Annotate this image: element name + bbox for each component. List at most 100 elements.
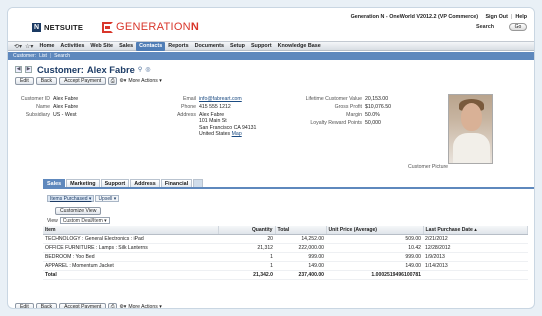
loyalty-points-value: 50,000 (365, 120, 381, 126)
tab-marketing[interactable]: Marketing (66, 179, 100, 187)
back-button[interactable]: Back (35, 77, 58, 85)
netsuite-logo[interactable]: N NETSUITE (32, 23, 83, 32)
netsuite-mark-icon: N (32, 23, 41, 32)
subnav-search[interactable]: Search (54, 53, 70, 59)
customer-id-field: Customer ID Alex Fabre (20, 96, 79, 102)
nav-reports[interactable]: Reports (165, 42, 191, 51)
subsidiary-field: Subsidiary US - West (25, 112, 77, 118)
search-icon[interactable]: ⚲ (138, 66, 142, 73)
brand-logo-text: GENERATIONN (116, 21, 200, 33)
view-selector: View Custom Deal/Item ▾ (47, 217, 110, 224)
loyalty-points-field: Loyalty Reward Points 50,000 (310, 120, 381, 126)
account-name: Generation N - OneWorld V2012.2 (VP Comm… (350, 14, 478, 20)
customer-picture (448, 94, 493, 164)
view-select[interactable]: Custom Deal/Item ▾ (59, 217, 110, 224)
print-icon[interactable]: ⎙ (108, 303, 118, 308)
map-link[interactable]: Map (232, 131, 242, 137)
accept-payment-button[interactable]: Accept Payment (59, 77, 107, 85)
separator: | (510, 14, 513, 20)
name-value: Alex Fabre (53, 104, 79, 110)
tab-financial[interactable]: Financial (160, 179, 193, 187)
back-button-bottom[interactable]: Back (35, 303, 58, 308)
col-item[interactable]: Item (43, 226, 219, 235)
tab-support[interactable]: Support (100, 179, 130, 187)
more-actions-icon[interactable]: ⚙▾ (119, 304, 126, 308)
name-field: Name Alex Fabre (36, 104, 79, 110)
sales-subtabs: Items Purchased ▾ Upsell ▾ (47, 195, 120, 202)
tab-address[interactable]: Address (130, 179, 160, 187)
brand-mark-icon (102, 21, 113, 33)
nav-setup[interactable]: Setup (227, 42, 248, 51)
edit-button[interactable]: Edit (15, 77, 34, 85)
subtabs: Sales Marketing Support Address Financia… (43, 179, 534, 189)
nav-activities[interactable]: Activities (57, 42, 87, 51)
phone-field: Phone 415 555 1212 (180, 104, 231, 110)
lifetime-value-field: Lifetime Customer Value 20,153.00 (305, 96, 389, 102)
more-actions-icon[interactable]: ⚙▾ (119, 78, 126, 84)
customer-id-value: Alex Fabre (53, 96, 79, 102)
go-button[interactable]: Go (509, 23, 527, 31)
preferences-icon[interactable]: ◎ (145, 66, 150, 73)
record-title: ◀ ▶ Customer: Alex Fabre ⚲ ◎ (15, 64, 150, 75)
header: N NETSUITE GENERATIONN Generation N - On… (8, 8, 534, 38)
more-actions-menu[interactable]: More Actions ▾ (128, 78, 161, 84)
col-unit-price[interactable]: Unit Price (Average) (326, 226, 424, 235)
tab-items-purchased[interactable]: Items Purchased ▾ (47, 195, 95, 202)
margin-value: 50.0% (365, 112, 380, 118)
items-table: Item Quantity Total Unit Price (Average)… (43, 226, 528, 280)
next-record-icon[interactable]: ▶ (25, 66, 32, 73)
tab-sales[interactable]: Sales (43, 179, 66, 187)
subnav-customer: Customer: (13, 53, 37, 59)
accept-payment-button-bottom[interactable]: Accept Payment (59, 303, 107, 308)
brand-logo: GENERATIONN (102, 21, 199, 33)
bottom-button-row: Edit Back Accept Payment ⎙ ⚙▾ More Actio… (15, 303, 162, 308)
table-row[interactable]: BEDROOM : Yoo Bed 1 999.00 999.00 1/9/20… (43, 252, 528, 262)
app-frame: N NETSUITE GENERATIONN Generation N - On… (7, 7, 535, 309)
record-type: Customer: (37, 64, 84, 75)
recent-records-icon[interactable]: ⟲▾ (14, 43, 22, 50)
nav-documents[interactable]: Documents (192, 42, 227, 51)
email-link[interactable]: info@fabreart.com (199, 96, 242, 102)
nav-web-site[interactable]: Web Site (87, 42, 116, 51)
email-field: Email info@fabreart.com (183, 96, 242, 102)
table-total-row: Total 21,342.0 237,400.00 1.000251949610… (43, 270, 528, 280)
table-row[interactable]: APPAREL : Momentum Jacket 1 149.00 149.0… (43, 261, 528, 271)
table-row[interactable]: TECHNOLOGY : General Electronics : iPad … (43, 234, 528, 244)
gross-profit-value: $10,076.50 (365, 104, 391, 110)
customer-picture-label: Customer Picture (408, 164, 449, 170)
address-field: Address Alex Fabre 101 Main St San Franc… (176, 112, 257, 138)
nav-knowledge-base[interactable]: Knowledge Base (275, 42, 324, 51)
sign-out-link[interactable]: Sign Out (485, 14, 507, 20)
print-icon[interactable]: ⎙ (108, 77, 118, 85)
table-row[interactable]: OFFICE FURNITURE : Lamps : Silk Lanterns… (43, 243, 528, 253)
nav-sales[interactable]: Sales (116, 42, 136, 51)
nav-home[interactable]: Home (36, 42, 57, 51)
col-last-purchase-date[interactable]: Last Purchase Date ▴ (423, 226, 528, 235)
more-actions-menu-bottom[interactable]: More Actions ▾ (128, 304, 161, 308)
edit-button-bottom[interactable]: Edit (15, 303, 34, 308)
previous-record-icon[interactable]: ◀ (15, 66, 22, 73)
sales-panel: Items Purchased ▾ Upsell ▾ Customize Vie… (43, 191, 528, 291)
nav-support[interactable]: Support (248, 42, 275, 51)
help-link[interactable]: Help (515, 14, 527, 20)
col-total[interactable]: Total (275, 226, 327, 235)
subnav-list[interactable]: List (39, 53, 47, 59)
tab-more-icon[interactable] (193, 179, 204, 187)
tab-upsell[interactable]: Upsell ▾ (95, 195, 120, 202)
margin-field: Margin 50.0% (346, 112, 380, 118)
nav-contacts[interactable]: Contacts (136, 41, 166, 51)
col-quantity[interactable]: Quantity (218, 226, 276, 235)
separator: | (49, 53, 52, 59)
table-header: Item Quantity Total Unit Price (Average)… (43, 226, 528, 235)
gross-profit-field: Gross Profit $10,076.50 (334, 104, 391, 110)
search-label: Search (476, 24, 494, 30)
shortcuts-star-icon[interactable]: ☆▾ (25, 43, 33, 50)
lifetime-value: 20,153.00 (365, 96, 389, 102)
header-links: Sign Out | Help (485, 14, 527, 20)
top-button-row: Edit Back Accept Payment ⎙ ⚙▾ More Actio… (15, 77, 162, 85)
phone-value: 415 555 1212 (199, 104, 231, 110)
record-name: Alex Fabre (86, 64, 135, 75)
customize-view-button[interactable]: Customize View (55, 207, 102, 215)
address-value: Alex Fabre 101 Main St San Francisco CA … (199, 112, 257, 138)
subsidiary-value: US - West (53, 112, 77, 118)
